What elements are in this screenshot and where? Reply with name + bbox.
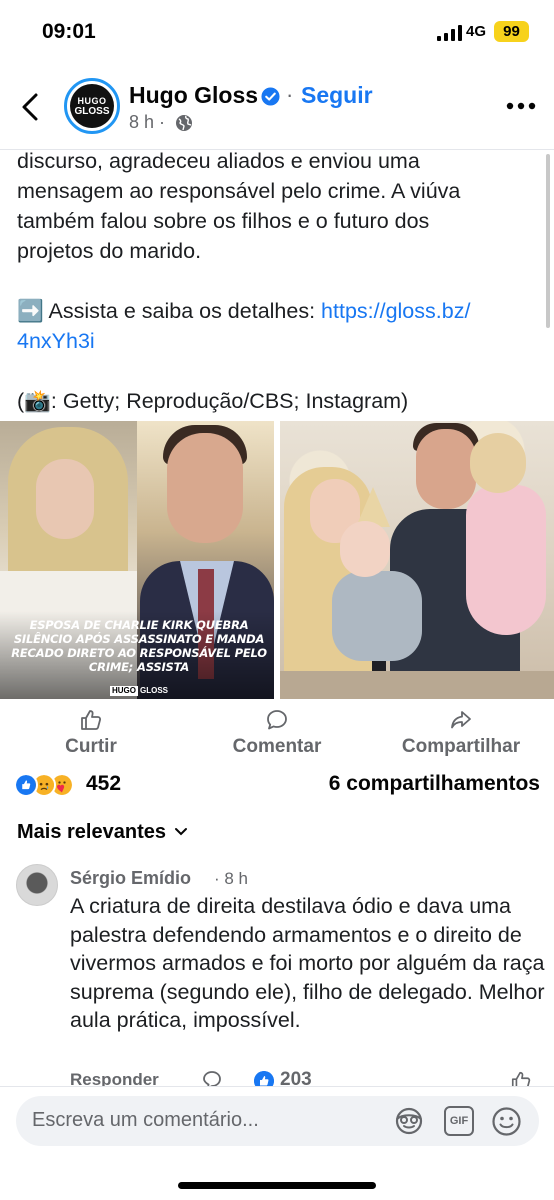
page-name[interactable]: Hugo Gloss <box>129 82 258 109</box>
post-body: discurso, agradeceu aliados e enviou uma… <box>17 146 547 416</box>
verified-badge-icon <box>261 87 280 106</box>
post-text-line: também falou sobre os filhos e o futuro … <box>17 209 430 233</box>
image-watermark: HUGO GLOSS <box>110 686 169 696</box>
like-label: Curtir <box>65 736 117 757</box>
share-button[interactable]: Compartilhar <box>390 700 532 762</box>
status-bar: 09:01 4G 99 <box>0 0 554 66</box>
comment-label: Comentar <box>232 736 322 757</box>
battery-icon: 99 <box>494 21 529 42</box>
commenter-name[interactable]: Sérgio Emídio <box>70 868 191 889</box>
comment-composer-bar: Escreva um comentário... GIF <box>0 1086 554 1200</box>
like-reaction-icon <box>14 773 38 797</box>
post-link[interactable]: https://gloss.bz/ <box>321 299 470 323</box>
reaction-count: 452 <box>86 772 122 795</box>
avatar-sticker-icon[interactable] <box>394 1106 424 1136</box>
cell-signal-icon <box>437 25 462 41</box>
post-photos: Esposa de Charlie Kirk quebra silêncio a… <box>0 421 554 699</box>
hugo-gloss-logo: HUGO GLOSS <box>70 84 114 128</box>
share-arrow-icon <box>451 711 471 729</box>
sort-label: Mais relevantes <box>17 820 166 843</box>
gif-icon[interactable]: GIF <box>444 1106 474 1136</box>
post-actions: Curtir Comentar Compartilhar <box>0 700 554 762</box>
comment-input[interactable]: Escreva um comentário... GIF <box>16 1096 539 1146</box>
network-type: 4G <box>466 23 487 40</box>
reactions-summary[interactable]: 452 6 compartilhamentos <box>14 770 540 802</box>
comment-bubble-icon <box>267 710 287 730</box>
follow-button[interactable]: Seguir <box>301 82 373 109</box>
share-label: Compartilhar <box>401 736 521 757</box>
more-icon[interactable] <box>506 101 536 111</box>
comment-button[interactable]: Comentar <box>220 700 334 762</box>
comment-time: · 8 h <box>214 869 249 888</box>
share-count[interactable]: 6 compartilhamentos <box>329 772 540 796</box>
comment-sort-dropdown[interactable]: Mais relevantes <box>17 818 188 846</box>
reaction-icons <box>14 773 82 797</box>
post-header: HUGO GLOSS Hugo Gloss · Seguir 8 h · <box>0 66 554 150</box>
scroll-indicator <box>546 154 550 328</box>
post-link-continued[interactable]: 4nxYh3i <box>17 329 95 353</box>
watch-prefix: ➡️ Assista e saiba os detalhes: <box>17 299 322 323</box>
status-time: 09:01 <box>42 20 96 43</box>
post-text-line: discurso, agradeceu aliados e enviou uma <box>17 149 420 173</box>
home-indicator[interactable] <box>178 1182 376 1189</box>
back-arrow-icon[interactable] <box>16 92 46 122</box>
comment-text: A criatura de direita destilava ódio e d… <box>70 894 545 1032</box>
separator-dot: · <box>286 82 294 107</box>
photo-thumbnail-family[interactable] <box>280 421 554 699</box>
photo-thumbnail-news[interactable]: Esposa de Charlie Kirk quebra silêncio a… <box>0 421 274 699</box>
post-text-line: projetos do marido. <box>17 239 202 263</box>
watch-line: ➡️ Assista e saiba os detalhes: https://… <box>17 296 547 326</box>
commenter-avatar[interactable] <box>16 864 58 906</box>
comment-item: Sérgio Emídio · 8 h A criatura de direit… <box>0 862 554 1090</box>
comment-placeholder: Escreva um comentário... <box>32 1109 259 1131</box>
page-avatar[interactable]: HUGO GLOSS <box>64 78 120 134</box>
chevron-down-icon <box>174 828 187 836</box>
like-button[interactable]: Curtir <box>46 700 136 762</box>
globe-icon <box>176 115 192 131</box>
thumbs-up-icon <box>81 710 102 730</box>
photo-credits: (📸: Getty; Reprodução/CBS; Instagram) <box>17 389 409 413</box>
post-text-line: mensagem ao responsável pelo crime. A vi… <box>17 179 461 203</box>
post-time: 8 h · <box>129 112 166 132</box>
emoji-icon[interactable] <box>491 1106 522 1137</box>
image-caption: Esposa de Charlie Kirk quebra silêncio a… <box>11 618 267 674</box>
